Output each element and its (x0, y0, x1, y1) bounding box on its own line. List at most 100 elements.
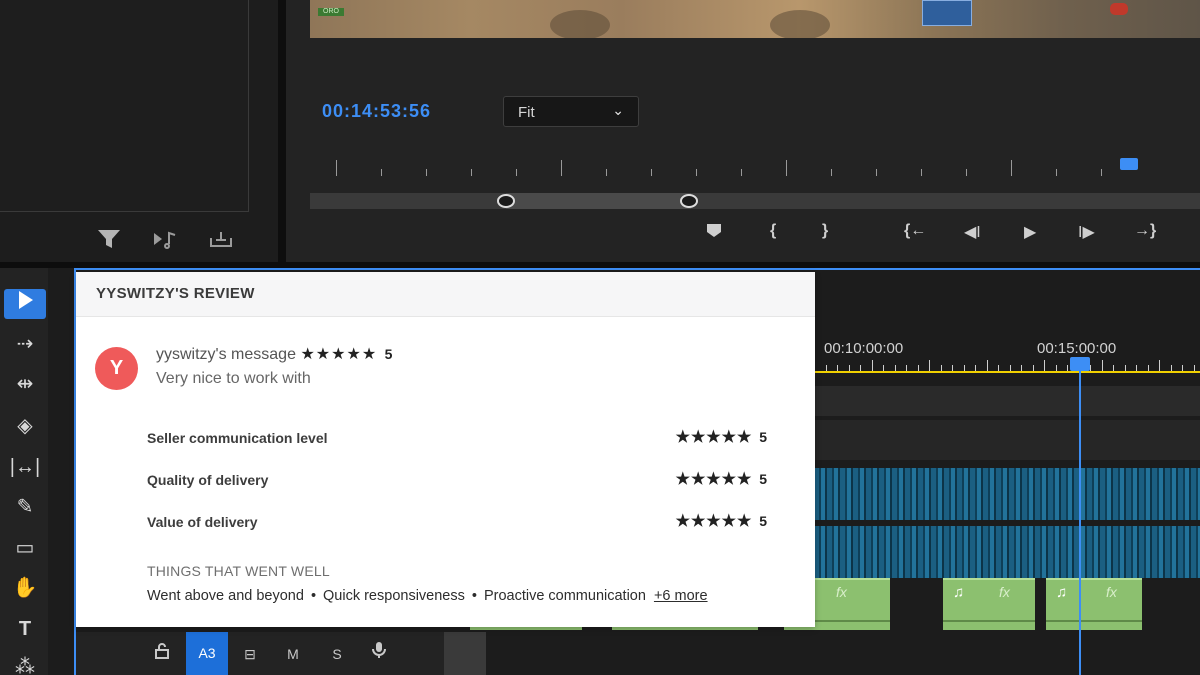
ruler-tick (381, 169, 382, 176)
music-note-icon: ♫ (953, 584, 965, 601)
preview-hud-marker (1110, 3, 1128, 15)
ruler-time-label: 00:10:00:00 (824, 340, 904, 357)
star-rating-icon: ★★★★★ (675, 513, 753, 530)
step-back-icon[interactable]: ◀I (964, 222, 981, 242)
ruler-tick (516, 169, 517, 176)
remix-tool-icon[interactable]: ⁂ (4, 652, 46, 675)
preview-hud-badge: ORO (318, 8, 344, 16)
star-rating-icon: ★★★★★ (675, 471, 753, 488)
review-message-text: Very nice to work with (156, 370, 311, 387)
audio-clip[interactable]: ♫ fx (943, 578, 1035, 630)
audio-clip[interactable]: ♫ fx (1046, 578, 1142, 630)
filter-icon[interactable] (96, 228, 122, 256)
ruler-tick (831, 169, 832, 176)
go-to-in-icon[interactable]: {← (904, 222, 926, 240)
ruler-tick (336, 160, 337, 176)
ruler-tick (606, 169, 607, 176)
ruler-tick (876, 169, 877, 176)
fx-badge-icon: fx (836, 584, 847, 600)
rating-row: Seller communication level ★★★★★ 5 (147, 427, 767, 449)
ruler-tick (966, 169, 967, 176)
project-panel (0, 0, 278, 262)
audio-volume-line (943, 620, 1035, 622)
rating-score: 5 (759, 513, 767, 529)
star-rating-icon: ★★★★★ (675, 429, 753, 446)
zoom-handle-right[interactable] (680, 194, 698, 208)
went-well-item: Quick responsiveness (323, 588, 465, 604)
rating-stars-group: ★★★★★ 5 (676, 511, 767, 531)
sync-lock-icon[interactable]: ⊟ (232, 638, 268, 670)
review-message-title: yyswitzy's message (156, 346, 296, 363)
rating-label: Value of delivery (147, 514, 258, 530)
show-more-link[interactable]: +6 more (654, 588, 708, 604)
track-select-tool-icon[interactable]: ⇢ (4, 329, 46, 359)
zoom-handle-left[interactable] (497, 194, 515, 208)
ruler-tick (561, 160, 562, 176)
rectangle-tool-icon[interactable]: ▭ (4, 533, 46, 563)
rating-score: 5 (384, 346, 393, 362)
microphone-icon[interactable] (361, 638, 397, 670)
audio-track-header: A3 ⊟ M S (76, 632, 472, 675)
project-bin-area[interactable] (0, 0, 249, 212)
ruler-tick (741, 169, 742, 176)
add-marker-icon[interactable] (706, 222, 722, 243)
bullet-separator: • (310, 588, 317, 604)
ruler-tick (1011, 160, 1012, 176)
ruler-tick (1101, 360, 1103, 371)
selection-tool-icon[interactable] (4, 289, 46, 319)
zoom-scroll-range[interactable] (506, 193, 691, 209)
ripple-edit-tool-icon[interactable]: ⇹ (4, 369, 46, 399)
tools-panel: ⇢ ⇹ ◈ |↔| ✎ ▭ ✋ T ⁂ (0, 268, 48, 675)
track-header-divider[interactable] (444, 632, 486, 675)
rating-row: Value of delivery ★★★★★ 5 (147, 511, 767, 533)
play-icon[interactable]: ▶ (1024, 222, 1036, 242)
timeline-time-ruler[interactable] (814, 360, 1200, 371)
mark-out-icon[interactable]: } (822, 222, 828, 240)
rating-label: Seller communication level (147, 430, 328, 446)
video-preview[interactable]: ORO (310, 0, 1200, 38)
playhead-timecode[interactable]: 00:14:53:56 (322, 101, 431, 122)
zoom-scroll-bar[interactable] (310, 193, 1200, 209)
work-area-bar[interactable] (814, 371, 1200, 373)
audio-forward-icon[interactable] (152, 228, 178, 256)
ruler-tick (696, 169, 697, 176)
slip-tool-icon[interactable]: |↔| (4, 452, 46, 482)
project-panel-toolbar (96, 228, 234, 256)
timeline-playhead-line[interactable] (1079, 369, 1081, 675)
zoom-level-select[interactable]: Fit ⌄ (503, 96, 639, 127)
video-track-v3[interactable] (814, 386, 1200, 416)
panel-divider-vertical[interactable] (278, 0, 286, 266)
track-target-toggle[interactable]: A3 (186, 632, 228, 675)
went-well-item: Proactive communication (483, 588, 646, 604)
ruler-tick (651, 169, 652, 176)
preview-foliage (550, 10, 610, 38)
pen-tool-icon[interactable]: ✎ (4, 492, 46, 522)
export-bin-icon[interactable] (208, 228, 234, 256)
step-forward-icon[interactable]: I▶ (1078, 222, 1095, 242)
type-tool-icon[interactable]: T (4, 614, 46, 644)
review-card: YYSWITZY'S REVIEW Y yyswitzy's message ★… (76, 272, 815, 627)
chevron-down-icon: ⌄ (612, 102, 624, 118)
razor-tool-icon[interactable]: ◈ (4, 411, 46, 441)
went-well-list: Went above and beyond • Quick responsivene… (147, 588, 708, 604)
video-clip[interactable] (814, 468, 1200, 520)
lock-track-icon[interactable] (144, 638, 180, 670)
video-track-v2[interactable] (814, 420, 1200, 460)
ruler-tick (986, 360, 988, 371)
mark-in-icon[interactable]: { (770, 222, 776, 240)
monitor-time-ruler[interactable] (336, 160, 1136, 176)
solo-track-button[interactable]: S (319, 638, 355, 670)
rating-label: Quality of delivery (147, 472, 269, 488)
ruler-time-label: 00:15:00:00 (1037, 340, 1117, 357)
avatar: Y (95, 347, 138, 390)
ruler-tick (1101, 169, 1102, 176)
audio-volume-line (1046, 620, 1142, 622)
video-clip[interactable] (814, 526, 1200, 578)
mute-track-button[interactable]: M (275, 638, 311, 670)
hand-tool-icon[interactable]: ✋ (4, 573, 46, 603)
go-to-out-icon[interactable]: →} (1134, 222, 1156, 240)
ruler-tick (1056, 169, 1057, 176)
playhead-marker-icon[interactable] (1120, 158, 1138, 170)
premiere-workspace: ORO 00:14:53:56 Fit ⌄ { } {← ◀I ▶ I▶ →} (0, 0, 1200, 675)
ruler-tick (1159, 360, 1160, 371)
